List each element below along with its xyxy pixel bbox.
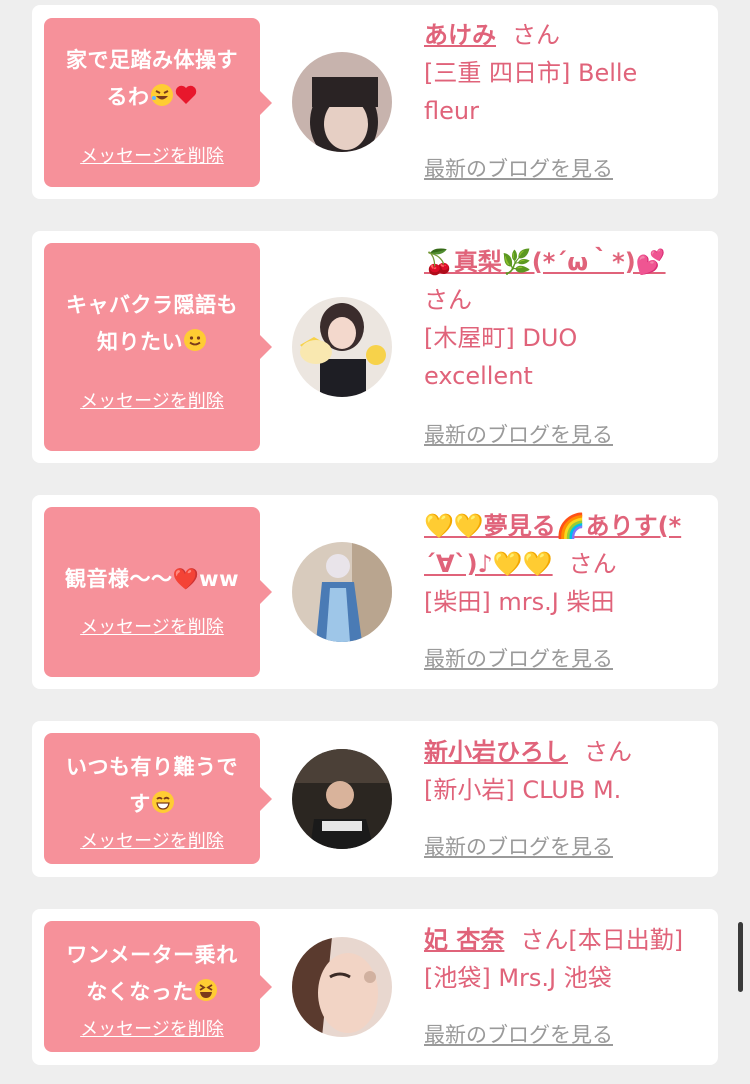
honorific: さん <box>568 550 617 578</box>
honorific: さん <box>584 738 632 766</box>
honorific: さん <box>512 21 560 49</box>
latest-blog-link[interactable]: 最新のブログを見る <box>424 643 613 673</box>
slightly-smiling-emoji <box>183 327 207 364</box>
shop-location: [新小岩] CLUB M. <box>424 776 622 804</box>
user-name-link[interactable]: 🍒真梨🌿(*´ω｀*)💕 <box>424 248 666 276</box>
user-name-link[interactable]: ´∀`)♪💛💛 <box>424 550 553 578</box>
message-line: 家で足踏み体操す <box>66 48 238 72</box>
user-info: 💛💛夢見る🌈ありす(* ´∀`)♪💛💛 さん [柴田] mrs.J 柴田 <box>424 507 712 621</box>
honorific: さん <box>424 286 472 314</box>
latest-blog-link[interactable]: 最新のブログを見る <box>424 831 613 861</box>
red-heart-emoji <box>174 82 198 119</box>
avatar[interactable] <box>292 542 392 642</box>
message-text: ワンメーター乗れ なくなった <box>52 937 252 1014</box>
user-info: 妃 杏奈 さん[本日出勤] [池袋] Mrs.J 池袋 <box>424 921 712 997</box>
message-bubble: 観音様〜〜❤️ww メッセージを削除 <box>44 507 272 677</box>
scrollbar-thumb[interactable] <box>738 922 743 992</box>
shop-location: [柴田] mrs.J 柴田 <box>424 588 615 616</box>
user-name-link[interactable]: 💛💛夢見る🌈ありす(* <box>424 512 681 540</box>
shop-location: fleur <box>424 97 479 125</box>
user-info: 新小岩ひろし さん [新小岩] CLUB M. <box>424 733 712 809</box>
message-bubble: 家で足踏み体操す るわ メッセージを削除 <box>44 18 272 187</box>
honorific: さん[本日出勤] <box>520 926 684 954</box>
message-card: 観音様〜〜❤️ww メッセージを削除 💛💛夢見る🌈ありす(* ´∀`)♪💛💛 さん… <box>32 495 718 689</box>
user-name-link[interactable]: 妃 杏奈 <box>424 926 504 954</box>
avatar[interactable] <box>292 52 392 152</box>
message-text: キャバクラ隠語も 知りたい <box>52 287 252 364</box>
shop-location: [三重 四日市] Belle <box>424 59 638 87</box>
message-text: いつも有り難うで す <box>52 749 252 826</box>
message-line: ワンメーター乗れ <box>66 943 238 967</box>
user-name-link[interactable]: あけみ <box>424 21 496 49</box>
message-line: るわ <box>106 85 150 109</box>
message-line: キャバクラ隠語も <box>66 293 238 317</box>
message-line: いつも有り難うで <box>66 755 238 779</box>
user-info: 🍒真梨🌿(*´ω｀*)💕 さん [木屋町] DUO excellent <box>424 243 712 395</box>
laughing-squint-emoji <box>194 977 218 1014</box>
shop-location: excellent <box>424 362 533 390</box>
shop-location: [木屋町] DUO <box>424 324 578 352</box>
user-info: あけみ さん [三重 四日市] Belle fleur <box>424 16 712 130</box>
user-name-link[interactable]: 新小岩ひろし <box>424 738 568 766</box>
message-list: 家で足踏み体操す るわ メッセージを削除 あけみ さん [三重 四日市] Bell… <box>0 0 750 1084</box>
delete-message-link[interactable]: メッセージを削除 <box>44 617 260 639</box>
message-text: 家で足踏み体操す るわ <box>52 42 252 119</box>
delete-message-link[interactable]: メッセージを削除 <box>44 1019 260 1041</box>
avatar[interactable] <box>292 937 392 1037</box>
message-card: 家で足踏み体操す るわ メッセージを削除 あけみ さん [三重 四日市] Bell… <box>32 5 718 199</box>
message-bubble: いつも有り難うで す メッセージを削除 <box>44 733 272 864</box>
message-line: 知りたい <box>97 330 183 354</box>
latest-blog-link[interactable]: 最新のブログを見る <box>424 153 613 183</box>
message-bubble: ワンメーター乗れ なくなった メッセージを削除 <box>44 921 272 1052</box>
message-card: キャバクラ隠語も 知りたい メッセージを削除 🍒真梨🌿(*´ω｀*)💕 さん [… <box>32 231 718 463</box>
message-text: 観音様〜〜❤️ww <box>52 561 252 598</box>
message-card: ワンメーター乗れ なくなった メッセージを削除 妃 杏奈 さん[本日出勤] [池袋… <box>32 909 718 1065</box>
avatar[interactable] <box>292 749 392 849</box>
grinning-smiling-eyes-emoji <box>151 789 175 826</box>
message-line: 観音様〜〜❤️ww <box>65 567 239 591</box>
message-bubble: キャバクラ隠語も 知りたい メッセージを削除 <box>44 243 272 451</box>
message-card: いつも有り難うで す メッセージを削除 新小岩ひろし さん [新小岩] CLUB … <box>32 721 718 877</box>
message-line: なくなった <box>86 980 194 1004</box>
delete-message-link[interactable]: メッセージを削除 <box>44 391 260 413</box>
message-line: す <box>129 792 151 816</box>
latest-blog-link[interactable]: 最新のブログを見る <box>424 1019 613 1049</box>
rolling-laughing-emoji <box>150 82 174 119</box>
avatar[interactable] <box>292 297 392 397</box>
latest-blog-link[interactable]: 最新のブログを見る <box>424 419 613 449</box>
shop-location: [池袋] Mrs.J 池袋 <box>424 964 612 992</box>
delete-message-link[interactable]: メッセージを削除 <box>44 831 260 853</box>
delete-message-link[interactable]: メッセージを削除 <box>44 146 260 168</box>
